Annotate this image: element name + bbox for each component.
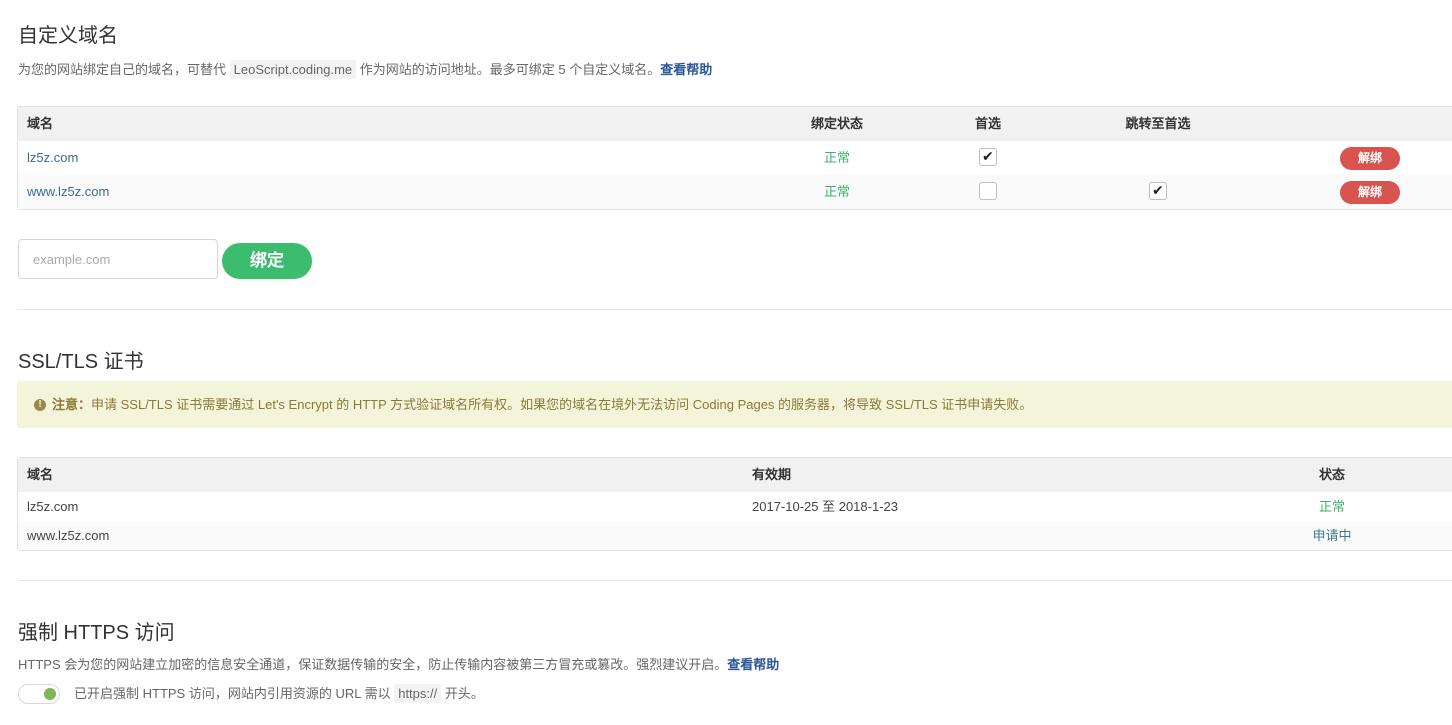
https-toggle-text: 已开启强制 HTTPS 访问，网站内引用资源的 URL 需以 https:// …: [74, 684, 484, 704]
custom-domain-table: 域名 绑定状态 首选 跳转至首选 lz5z.com 正常 ✔ 解绑 www.lz…: [17, 106, 1452, 210]
table-row: lz5z.com 2017-10-25 至 2018-1-23 正常: [18, 492, 1452, 522]
col-domain: 域名: [27, 116, 54, 131]
col-domain: 域名: [27, 467, 54, 482]
table-row: www.lz5z.com 申请中: [18, 522, 1452, 550]
col-bind-status: 绑定状态: [810, 116, 864, 131]
https-prefix-code: https://: [394, 684, 442, 703]
help-link[interactable]: 查看帮助: [660, 62, 712, 77]
ssl-validity: 2017-10-25 至 2018-1-23: [752, 499, 898, 514]
toggle-knob: [44, 688, 56, 700]
default-domain-code: LeoScript.coding.me: [229, 60, 357, 79]
section-divider: [18, 580, 1452, 581]
table-row: lz5z.com 正常 ✔ 解绑: [18, 141, 1452, 175]
notice-text: 申请 SSL/TLS 证书需要通过 Let's Encrypt 的 HTTP 方…: [91, 397, 1033, 412]
redirect-checkbox[interactable]: ✔: [1149, 182, 1167, 200]
pages-settings: 自定义域名 为您的网站绑定自己的域名，可替代 LeoScript.coding.…: [0, 0, 1452, 725]
ssl-domain: lz5z.com: [27, 499, 79, 514]
domain-link[interactable]: www.lz5z.com: [27, 175, 109, 209]
ssl-status: 申请中: [1312, 528, 1352, 543]
https-desc-wrap: HTTPS 会为您的网站建立加密的信息安全通道，保证数据传输的安全，防止传输内容…: [18, 654, 779, 673]
custom-domain-title: 自定义域名: [18, 25, 118, 47]
custom-domain-desc: 为您的网站绑定自己的域名，可替代 LeoScript.coding.me 作为网…: [18, 59, 712, 79]
table-row: www.lz5z.com 正常 ✔ 解绑: [18, 175, 1452, 209]
bind-status: 正常: [823, 184, 851, 199]
check-icon: ✔: [1152, 182, 1164, 198]
toggle-prefix: 已开启强制 HTTPS 访问，网站内引用资源的 URL 需以: [74, 686, 391, 701]
unbind-button[interactable]: 解绑: [1340, 147, 1400, 170]
primary-checkbox[interactable]: [979, 182, 997, 200]
bind-status: 正常: [823, 150, 851, 165]
notice-label: 注意：: [52, 397, 92, 412]
primary-checkbox[interactable]: ✔: [979, 148, 997, 166]
section-divider: [18, 309, 1452, 310]
desc-prefix: 为您的网站绑定自己的域名，可替代: [18, 62, 227, 77]
check-icon: ✔: [982, 148, 994, 164]
https-desc: HTTPS 会为您的网站建立加密的信息安全通道，保证数据传输的安全，防止传输内容…: [18, 657, 728, 672]
unbind-button[interactable]: 解绑: [1340, 181, 1400, 204]
ssl-notice: ! 注意：申请 SSL/TLS 证书需要通过 Let's Encrypt 的 H…: [17, 381, 1452, 428]
bind-button[interactable]: 绑定: [222, 243, 312, 279]
exclamation-icon: !: [34, 399, 46, 411]
domain-link[interactable]: lz5z.com: [27, 141, 78, 175]
ssl-domain: www.lz5z.com: [27, 528, 110, 543]
col-validity: 有效期: [752, 467, 792, 482]
ssl-title: SSL/TLS 证书: [18, 351, 144, 373]
https-title: 强制 HTTPS 访问: [18, 622, 175, 644]
col-status: 状态: [1318, 467, 1346, 482]
domain-input[interactable]: [18, 239, 218, 279]
table-header: 域名 有效期 状态: [18, 458, 1452, 492]
ssl-table: 域名 有效期 状态 lz5z.com 2017-10-25 至 2018-1-2…: [17, 457, 1452, 551]
table-header: 域名 绑定状态 首选 跳转至首选: [18, 107, 1452, 141]
notice-text-wrap: 注意：申请 SSL/TLS 证书需要通过 Let's Encrypt 的 HTT…: [52, 381, 1032, 428]
desc-suffix: 作为网站的访问地址。最多可绑定 5 个自定义域名。: [359, 62, 661, 77]
ssl-status: 正常: [1318, 499, 1346, 514]
col-redirect: 跳转至首选: [1125, 116, 1191, 131]
force-https-toggle[interactable]: [18, 684, 60, 704]
help-link[interactable]: 查看帮助: [727, 657, 779, 672]
col-primary: 首选: [974, 116, 1002, 131]
toggle-suffix: 开头。: [444, 686, 484, 701]
